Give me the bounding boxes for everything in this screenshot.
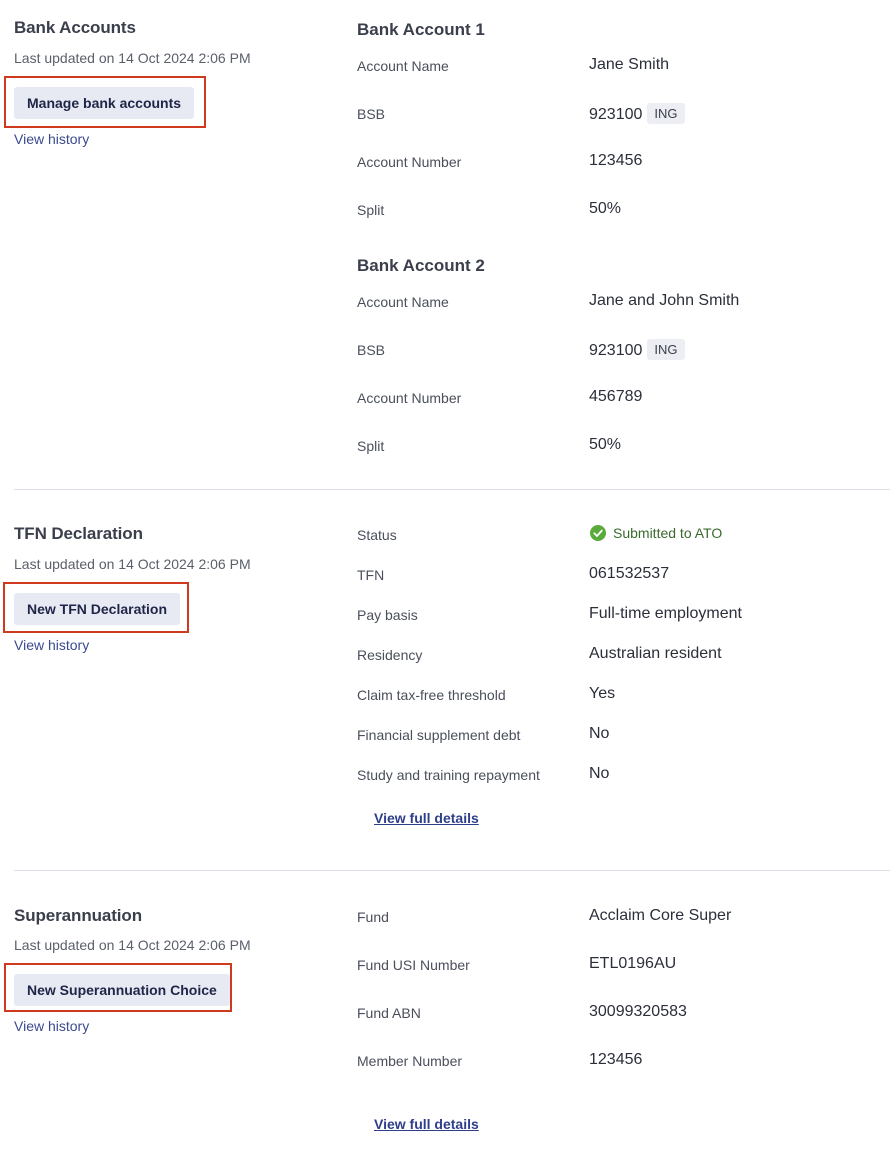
account-name-label: Account Name xyxy=(357,294,449,310)
fund-usi-label: Fund USI Number xyxy=(357,957,470,973)
split-label: Split xyxy=(357,202,385,218)
split-label: Split xyxy=(357,438,385,454)
account-number-value: 456789 xyxy=(589,388,643,405)
bsb-value-wrap: 923100 ING xyxy=(589,103,685,124)
fund-usi-value: ETL0196AU xyxy=(589,955,677,972)
fund-abn-label: Fund ABN xyxy=(357,1005,421,1021)
member-number-value: 123456 xyxy=(589,1051,643,1068)
account-number-label: Account Number xyxy=(357,154,462,170)
fund-abn-value: 30099320583 xyxy=(589,1003,687,1020)
new-superannuation-choice-button[interactable]: New Superannuation Choice xyxy=(14,974,230,1006)
super-last-updated: Last updated on 14 Oct 2024 2:06 PM xyxy=(14,937,251,953)
bank-badge: ING xyxy=(647,103,685,124)
bsb-value: 923100 xyxy=(589,342,643,359)
account-name-label: Account Name xyxy=(357,58,449,74)
study-training-repayment-label: Study and training repayment xyxy=(357,767,540,783)
bsb-value-wrap: 923100 ING xyxy=(589,339,685,360)
bank-account-2-heading: Bank Account 2 xyxy=(357,256,485,275)
fund-label: Fund xyxy=(357,909,389,925)
check-circle-icon xyxy=(590,525,606,541)
new-tfn-declaration-button[interactable]: New TFN Declaration xyxy=(14,593,181,625)
tfn-title: TFN Declaration xyxy=(14,524,143,543)
tfn-last-updated: Last updated on 14 Oct 2024 2:06 PM xyxy=(14,556,251,572)
pay-basis-label: Pay basis xyxy=(357,607,418,623)
residency-value: Australian resident xyxy=(589,645,722,662)
bank-view-history-link[interactable]: View history xyxy=(14,131,89,147)
bsb-label: BSB xyxy=(357,342,386,358)
study-training-repayment-value: No xyxy=(589,765,610,782)
account-name-value: Jane and John Smith xyxy=(589,292,740,309)
status-value: Submitted to ATO xyxy=(590,525,722,541)
super-view-full-details-link[interactable]: View full details xyxy=(374,1116,479,1132)
fund-value: Acclaim Core Super xyxy=(589,907,732,924)
account-number-label: Account Number xyxy=(357,390,462,406)
split-value: 50% xyxy=(589,436,622,453)
pay-basis-value: Full-time employment xyxy=(589,605,742,622)
tfn-view-full-details-link[interactable]: View full details xyxy=(374,810,479,826)
tfn-value: 061532537 xyxy=(589,565,670,582)
super-view-history-link[interactable]: View history xyxy=(14,1018,89,1034)
bank-last-updated: Last updated on 14 Oct 2024 2:06 PM xyxy=(14,50,251,66)
tfn-view-history-link[interactable]: View history xyxy=(14,637,89,653)
financial-supplement-debt-value: No xyxy=(589,725,610,742)
section-divider xyxy=(14,489,890,490)
bank-badge: ING xyxy=(647,339,685,360)
tax-free-threshold-label: Claim tax-free threshold xyxy=(357,687,506,703)
member-number-label: Member Number xyxy=(357,1053,463,1069)
tax-free-threshold-value: Yes xyxy=(589,685,616,702)
account-name-value: Jane Smith xyxy=(589,56,670,73)
bank-accounts-title: Bank Accounts xyxy=(14,18,136,37)
split-value: 50% xyxy=(589,200,622,217)
tfn-label: TFN xyxy=(357,567,385,583)
super-title: Superannuation xyxy=(14,906,142,925)
financial-supplement-debt-label: Financial supplement debt xyxy=(357,727,521,743)
status-text: Submitted to ATO xyxy=(613,525,723,541)
manage-bank-accounts-button[interactable]: Manage bank accounts xyxy=(14,87,195,119)
account-number-value: 123456 xyxy=(589,152,643,169)
residency-label: Residency xyxy=(357,647,423,663)
status-label: Status xyxy=(357,527,397,543)
bsb-value: 923100 xyxy=(589,106,643,123)
section-divider xyxy=(14,870,890,871)
bank-account-1-heading: Bank Account 1 xyxy=(357,20,485,39)
bsb-label: BSB xyxy=(357,106,386,122)
